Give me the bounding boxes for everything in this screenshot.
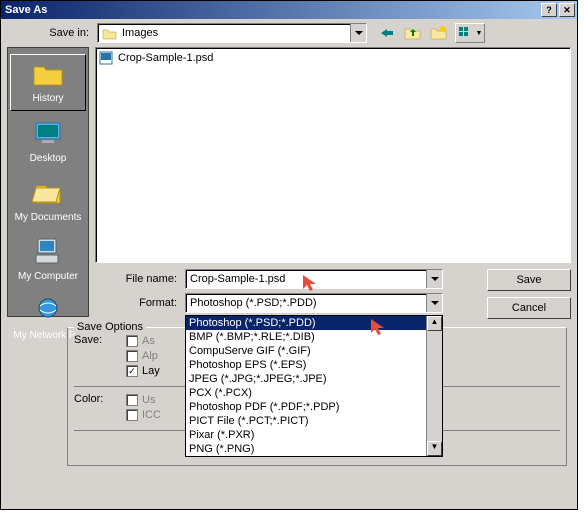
save-in-value: Images — [122, 27, 158, 39]
format-combo[interactable]: Photoshop (*.PSD;*.PDD) — [185, 293, 443, 313]
close-button[interactable]: ✕ — [559, 3, 575, 17]
checkbox-icc[interactable]: ICC — [126, 409, 161, 421]
format-option[interactable]: PICT File (*.PCT;*.PICT) — [186, 414, 442, 428]
back-icon[interactable] — [377, 23, 397, 43]
filename-label: File name: — [95, 273, 185, 285]
format-option[interactable]: JPEG (*.JPG;*.JPEG;*.JPE) — [186, 372, 442, 386]
places-bar: History Desktop My Documents My Computer… — [7, 47, 89, 317]
place-mycomputer[interactable]: My Computer — [10, 233, 86, 288]
documents-icon — [32, 178, 64, 206]
format-option[interactable]: PCX (*.PCX) — [186, 386, 442, 400]
checkbox-as-copy[interactable]: As — [126, 335, 160, 347]
save-in-label: Save in: — [7, 27, 97, 39]
save-button[interactable]: Save — [487, 269, 571, 291]
checkbox-alpha[interactable]: Alp — [126, 350, 160, 362]
format-value: Photoshop (*.PSD;*.PDD) — [190, 297, 317, 309]
network-icon — [32, 296, 64, 324]
place-label: Desktop — [10, 153, 86, 164]
place-label: My Documents — [10, 212, 86, 223]
format-option[interactable]: Photoshop EPS (*.EPS) — [186, 358, 442, 372]
format-option[interactable]: PNG (*.PNG) — [186, 442, 442, 456]
file-list[interactable]: Crop-Sample-1.psd — [95, 47, 571, 263]
place-mydocuments[interactable]: My Documents — [10, 174, 86, 229]
place-desktop[interactable]: Desktop — [10, 115, 86, 170]
help-button[interactable]: ? — [541, 3, 557, 17]
filename-value: Crop-Sample-1.psd — [190, 273, 285, 285]
save-options-legend: Save Options — [74, 321, 146, 333]
format-option[interactable]: Pixar (*.PXR) — [186, 428, 442, 442]
save-as-dialog: Save As ? ✕ Save in: Images ▼ — [0, 0, 578, 510]
new-folder-icon[interactable] — [429, 23, 449, 43]
titlebar: Save As ? ✕ — [1, 1, 577, 19]
history-icon — [32, 59, 64, 87]
save-in-combo[interactable]: Images — [97, 23, 367, 43]
view-menu-icon[interactable]: ▼ — [455, 23, 485, 43]
up-folder-icon[interactable] — [403, 23, 423, 43]
place-history[interactable]: History — [10, 54, 86, 111]
checkbox-layers[interactable]: ✓Lay — [126, 365, 160, 377]
folder-open-icon — [102, 26, 118, 40]
window-title: Save As — [5, 4, 539, 16]
file-item[interactable]: Crop-Sample-1.psd — [99, 51, 567, 65]
color-sublabel: Color: — [74, 391, 126, 424]
format-option[interactable]: Photoshop (*.PSD;*.PDD) — [186, 316, 442, 330]
dropdown-scrollbar[interactable]: ▲ ▼ — [426, 316, 442, 456]
computer-icon — [32, 237, 64, 265]
format-dropdown-list[interactable]: Photoshop (*.PSD;*.PDD) BMP (*.BMP;*.RLE… — [185, 315, 443, 457]
format-label: Format: — [95, 297, 185, 309]
file-item-name: Crop-Sample-1.psd — [118, 52, 213, 64]
cursor-arrow-icon — [301, 273, 321, 293]
format-option[interactable]: CompuServe GIF (*.GIF) — [186, 344, 442, 358]
desktop-icon — [32, 119, 64, 147]
format-option[interactable]: Photoshop PDF (*.PDF;*.PDP) — [186, 400, 442, 414]
cursor-arrow-icon — [369, 317, 389, 337]
checkbox-use-proof[interactable]: Us — [126, 394, 161, 406]
save-sublabel: Save: — [74, 332, 126, 380]
place-label: History — [11, 93, 85, 104]
format-option[interactable]: BMP (*.BMP;*.RLE;*.DIB) — [186, 330, 442, 344]
cancel-button[interactable]: Cancel — [487, 297, 571, 319]
place-label: My Computer — [10, 271, 86, 282]
psd-file-icon — [99, 51, 115, 65]
